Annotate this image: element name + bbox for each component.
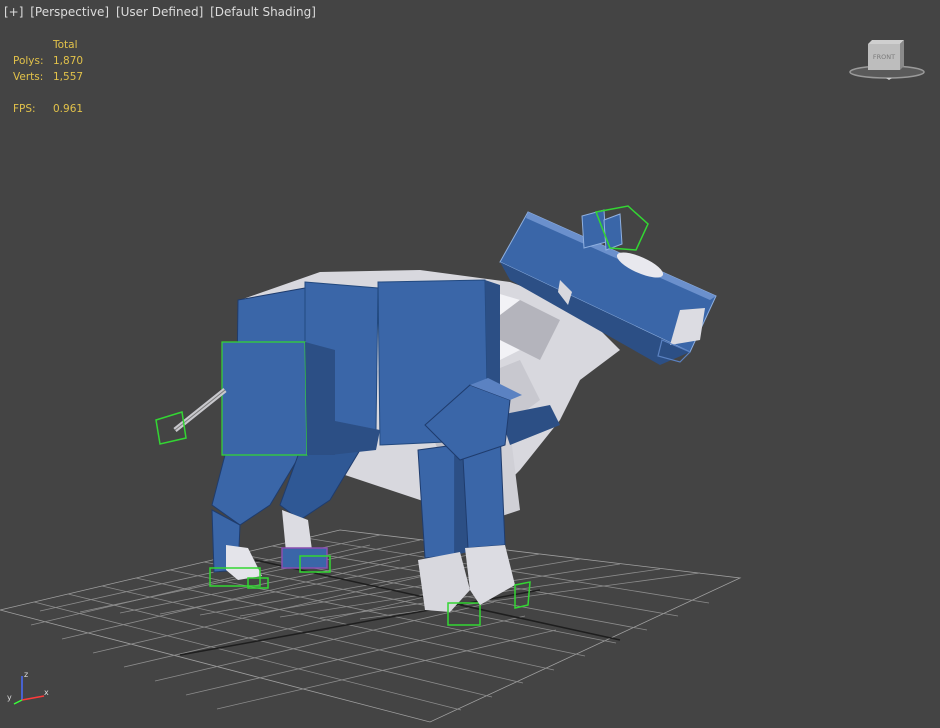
scene-canvas[interactable] [0,0,940,728]
z-axis-label: z [24,670,28,679]
pelvis-control[interactable] [221,341,308,456]
perspective-viewport[interactable]: [+] [Perspective] [User Defined] [Defaul… [0,0,940,728]
axis-tripod: z x y [7,670,49,705]
creature-mesh[interactable] [155,205,717,626]
home-grid [0,529,742,723]
y-axis-label: y [7,693,12,702]
tail[interactable] [155,388,227,445]
x-axis-label: x [44,688,49,697]
x-axis [21,695,45,701]
y-axis [13,699,23,705]
hind-right-foot-control[interactable] [281,547,328,569]
front-right-foot-control[interactable] [514,581,531,609]
